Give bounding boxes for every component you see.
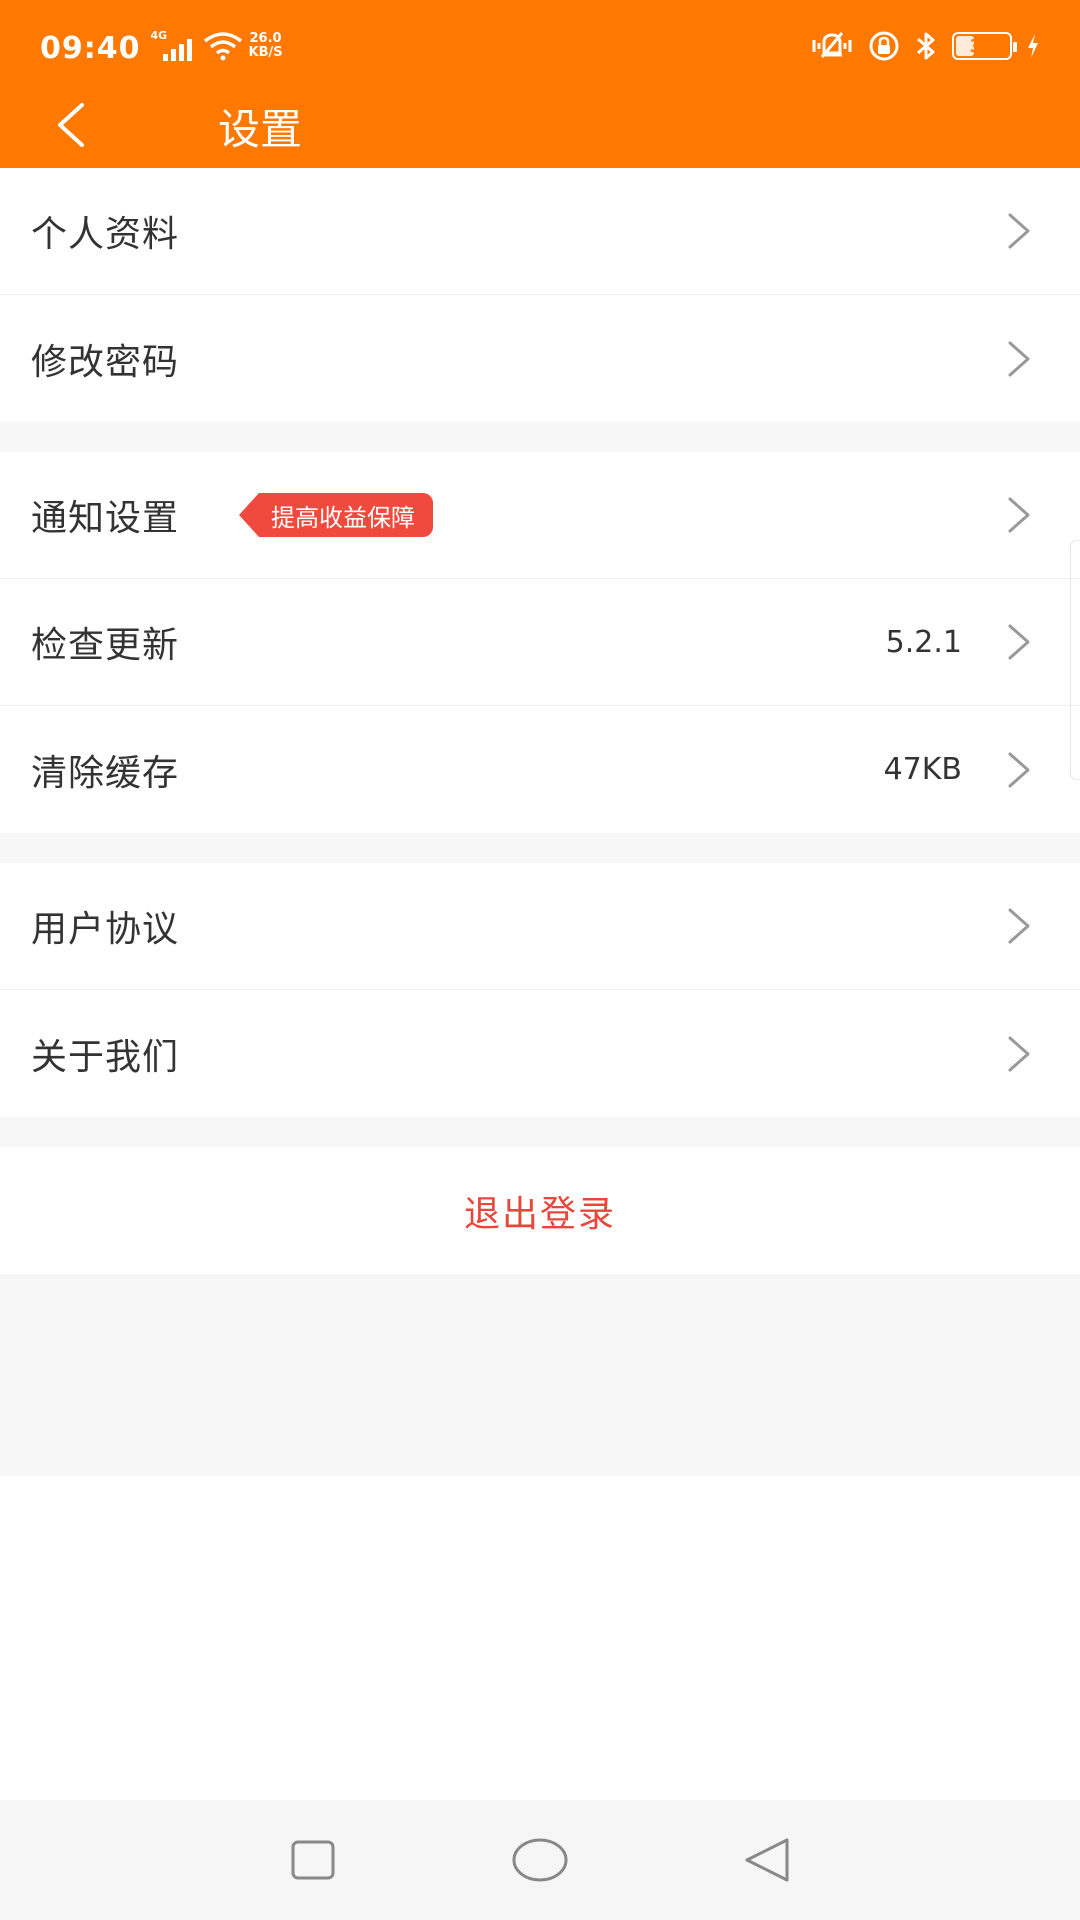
settings-group-account: 个人资料 修改密码: [0, 168, 1080, 422]
back-button[interactable]: [54, 86, 154, 164]
recent-apps-button[interactable]: [273, 1820, 353, 1900]
badge-body: 提高收益保障: [259, 493, 434, 537]
section-divider: [0, 422, 1080, 452]
row-check-update[interactable]: 检查更新 5.2.1: [0, 579, 1080, 706]
bottom-spacer: [0, 1274, 1080, 1476]
charging-icon: [1028, 34, 1038, 58]
row-label: 关于我们: [31, 1036, 180, 1078]
chevron-right-icon: [1008, 1036, 1030, 1071]
status-time: 09:40: [40, 30, 141, 66]
row-change-password[interactable]: 修改密码: [0, 295, 1080, 422]
nav-bar: 设置: [0, 86, 1080, 164]
chevron-right-icon: [1008, 497, 1030, 533]
version-value: 5.2.1: [885, 624, 962, 660]
speed-unit: KB/S: [248, 45, 283, 60]
battery-indicator: 35: [952, 32, 1017, 60]
section-divider: [0, 833, 1080, 863]
badge-text: 提高收益保障: [271, 503, 416, 532]
status-right: 35: [796, 30, 1040, 62]
chevron-right-icon: [1008, 624, 1030, 660]
section-divider: [0, 1117, 1080, 1147]
page-title: 设置: [218, 105, 303, 154]
settings-group-about: 用户协议 关于我们: [0, 863, 1080, 1117]
logout-button[interactable]: 退出登录: [0, 1147, 1080, 1274]
row-personal-info[interactable]: 个人资料: [0, 168, 1080, 295]
triangle-left-icon: [745, 1838, 789, 1882]
wifi-icon: [203, 32, 242, 61]
square-icon: [291, 1840, 335, 1880]
system-nav-bar: [0, 1800, 1080, 1920]
signal-indicator: 4G: [151, 29, 195, 63]
settings-group-app: 通知设置 提高收益保障 检查更新 5.2.1 清除缓存 47KB: [0, 452, 1080, 833]
row-clear-cache[interactable]: 清除缓存 47KB: [0, 706, 1080, 833]
chevron-right-icon: [1008, 341, 1030, 376]
chevron-left-icon: [58, 103, 84, 147]
row-label: 修改密码: [31, 341, 180, 383]
vibrate-mute-icon: [812, 32, 852, 58]
circle-icon: [512, 1838, 568, 1882]
signal-bars-icon: [162, 39, 192, 61]
row-label: 清除缓存: [31, 752, 180, 794]
settings-screen: 09:40 4G 26.0 KB/S 35 设置 个人资料 修改密码 通知设置 …: [0, 0, 1080, 1920]
rotation-lock-icon: [869, 31, 899, 61]
status-bar: 09:40 4G 26.0 KB/S 35: [0, 0, 1080, 92]
chevron-right-icon: [1008, 908, 1030, 944]
home-button[interactable]: [500, 1820, 580, 1900]
cache-size-value: 47KB: [883, 752, 962, 787]
bluetooth-icon: [917, 32, 935, 60]
settings-list: 个人资料 修改密码 通知设置 提高收益保障 检查更新 5.2.1 清除缓存 47…: [0, 168, 1080, 1476]
row-about-us[interactable]: 关于我们: [0, 990, 1080, 1117]
row-label: 用户协议: [31, 909, 180, 950]
row-label: 通知设置: [31, 498, 180, 539]
logout-label: 退出登录: [463, 1193, 616, 1235]
promo-badge: 提高收益保障: [239, 493, 434, 537]
row-user-agreement[interactable]: 用户协议: [0, 863, 1080, 990]
app-header: 09:40 4G 26.0 KB/S 35 设置: [0, 0, 1080, 168]
status-left: 09:40 4G 26.0 KB/S: [40, 27, 283, 66]
battery-level: 35: [969, 35, 995, 57]
chevron-right-icon: [1008, 752, 1030, 787]
scroll-edge-handle[interactable]: [1070, 540, 1080, 780]
row-label: 检查更新: [31, 625, 180, 666]
network-speed: 26.0 KB/S: [249, 32, 283, 60]
back-nav-button[interactable]: [727, 1820, 807, 1900]
row-label: 个人资料: [31, 214, 180, 255]
row-notification-settings[interactable]: 通知设置 提高收益保障: [0, 452, 1080, 579]
speed-value: 26.0: [249, 31, 282, 46]
chevron-right-icon: [1008, 213, 1030, 249]
badge-arrow: [239, 493, 260, 537]
